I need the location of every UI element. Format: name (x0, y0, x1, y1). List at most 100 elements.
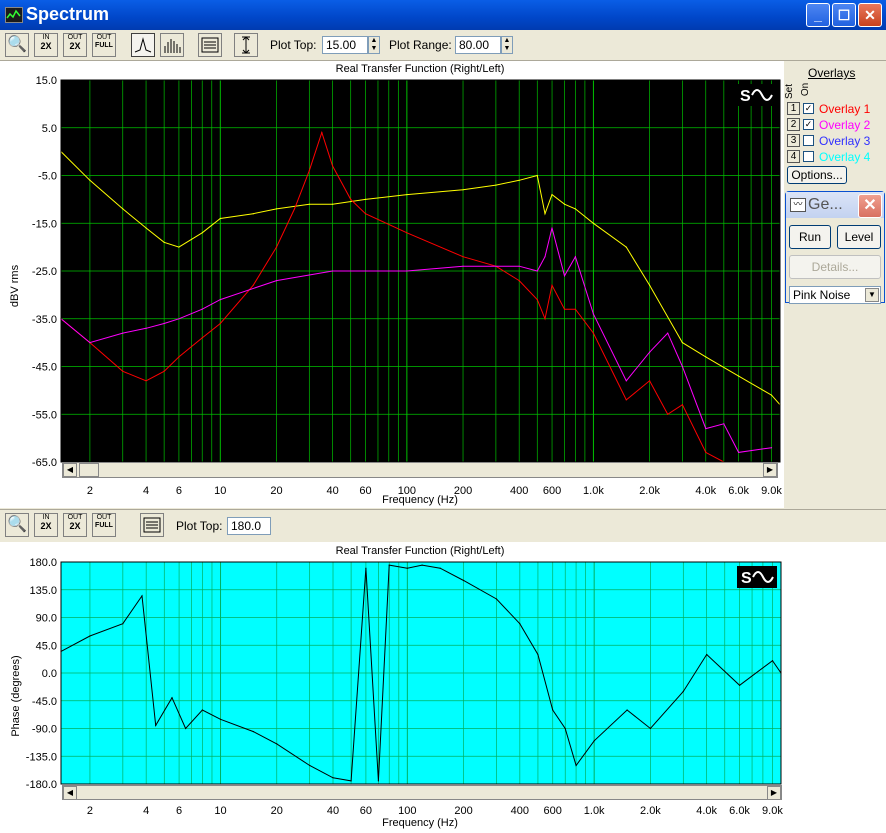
data-point (536, 174, 538, 177)
plot-range-spinner[interactable]: ▲ ▼ (501, 36, 513, 54)
overlay-set-button[interactable]: 1 (787, 102, 800, 115)
data-point (365, 567, 367, 569)
data-point (252, 213, 254, 215)
zoom-in-2x-button[interactable]: IN 2X (34, 33, 58, 57)
bottom-plot-top-input[interactable]: 180.0 (227, 517, 271, 535)
top-chart-scrollbar[interactable]: ◀ ▶ (62, 462, 778, 478)
line-mode-button[interactable] (131, 33, 155, 57)
data-point (518, 179, 520, 181)
data-point (649, 380, 651, 382)
bottom-zoom-out-full-button[interactable]: OUT FULL (92, 513, 116, 537)
data-point (682, 690, 684, 693)
data-point (332, 270, 334, 272)
top-chart[interactable]: 15.0 5.0 -5.0 -15.0 -25.0 -35.0 -45.0 -55.0 -65.… (0, 61, 784, 508)
bar-mode-button[interactable] (160, 33, 184, 57)
data-point (145, 227, 147, 229)
data-point (462, 189, 464, 191)
minimize-button[interactable]: _ (806, 3, 830, 27)
scroll-left-arrow-icon[interactable]: ◀ (63, 786, 77, 800)
details-button[interactable]: Details... (789, 255, 881, 279)
bottom-zoom-in-2x-button[interactable]: IN 2X (34, 513, 58, 537)
data-point (563, 275, 566, 277)
chevron-down-icon[interactable]: ▼ (865, 288, 879, 302)
data-point (377, 780, 379, 782)
plot-range-input[interactable]: 80.00 (455, 36, 501, 54)
scroll-thumb[interactable] (79, 463, 99, 477)
data-point (564, 727, 566, 730)
data-point (332, 165, 334, 167)
data-point (518, 280, 520, 282)
data-point (574, 256, 577, 258)
bottom-chart-scrollbar[interactable]: ◀ ▶ (62, 785, 782, 800)
title-bar[interactable] (0, 0, 886, 30)
legend-icon (201, 37, 219, 53)
legend-icon (143, 517, 161, 533)
data-point (705, 428, 707, 430)
scroll-left-arrow-icon[interactable]: ◀ (63, 463, 77, 477)
data-point (649, 351, 651, 353)
overlay-checkbox[interactable]: ✓ (803, 103, 814, 114)
maximize-button[interactable]: ☐ (832, 3, 856, 27)
signal-select-value: Pink Noise (793, 288, 851, 302)
data-point (462, 265, 464, 267)
overlay-set-button[interactable]: 2 (787, 118, 800, 131)
signal-select[interactable]: Pink Noise ▼ (789, 286, 881, 304)
overlay-label: Overlay 1 (819, 102, 871, 116)
scroll-right-arrow-icon[interactable]: ▶ (763, 463, 777, 477)
data-point (145, 380, 147, 382)
data-point (739, 684, 741, 686)
overlay-checkbox[interactable] (803, 135, 814, 146)
autoscale-button[interactable] (234, 33, 258, 57)
data-point (537, 653, 539, 656)
level-button[interactable]: Level (837, 225, 881, 249)
data-point (163, 370, 165, 372)
data-point (308, 203, 310, 205)
bottom-legend-button[interactable] (140, 513, 164, 537)
data-point (275, 280, 278, 282)
data-point (308, 170, 310, 172)
x-tick-label: 1.0k (584, 805, 605, 817)
plot-top-input[interactable]: 15.00 (322, 36, 368, 54)
overlay-set-button[interactable]: 4 (787, 150, 800, 163)
data-point (275, 208, 278, 210)
overlay-checkbox[interactable]: ✓ (803, 119, 814, 130)
overlay-checkbox[interactable] (803, 151, 814, 162)
bottom-zoom-button[interactable]: 🔍 (5, 513, 29, 537)
data-point (406, 232, 408, 234)
x-tick-label: 6 (176, 805, 182, 817)
scroll-right-arrow-icon[interactable]: ▶ (767, 786, 781, 800)
x-tick-label: 20 (271, 805, 283, 817)
magnifier-icon: 🔍 (7, 516, 27, 533)
maximize-icon: ☐ (837, 7, 851, 23)
options-button[interactable]: Options... (787, 166, 847, 184)
plot-top-spinner[interactable]: ▲ ▼ (368, 36, 380, 54)
run-button[interactable]: Run (789, 225, 831, 249)
zoom-out-full-button[interactable]: OUT FULL (92, 33, 116, 57)
x-tick-label: 100 (398, 805, 416, 817)
zoom-out-2x-button[interactable]: OUT 2X (63, 33, 87, 57)
data-point (625, 399, 627, 401)
generator-close-button[interactable]: ✕ (858, 194, 882, 218)
data-point (201, 337, 203, 339)
bottom-zoom-out-2x-button[interactable]: OUT 2X (63, 513, 87, 537)
spectrum-app-icon (5, 7, 23, 23)
data-point (592, 222, 595, 224)
data-point (406, 270, 408, 272)
zoom-out-full-icon: OUT FULL (95, 514, 113, 529)
data-point (574, 208, 577, 210)
y-tick-label: 45.0 (36, 640, 57, 652)
data-point (462, 256, 464, 258)
data-point (145, 327, 147, 329)
zoom-button[interactable]: 🔍 (5, 33, 29, 57)
y-tick-label: 180.0 (29, 557, 57, 569)
data-point (563, 308, 566, 310)
logo-glyph: S (741, 570, 752, 587)
y-tick-label: 90.0 (36, 613, 57, 625)
data-point (350, 198, 352, 200)
data-point (536, 270, 538, 272)
legend-button[interactable] (198, 33, 222, 57)
x-tick-label: 2.0k (640, 805, 661, 817)
data-point (495, 598, 498, 600)
close-button[interactable]: ✕ (858, 3, 882, 27)
overlay-set-button[interactable]: 3 (787, 134, 800, 147)
